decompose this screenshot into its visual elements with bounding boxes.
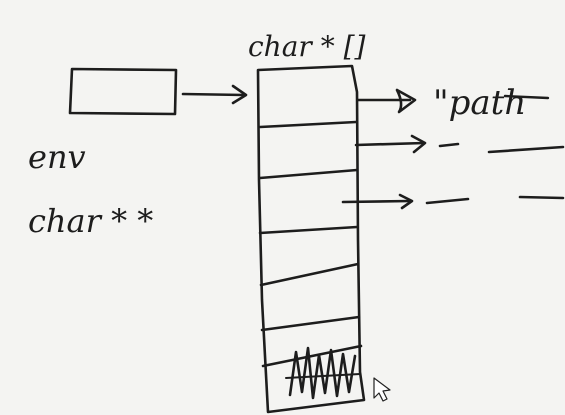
array-cell-divider — [260, 315, 361, 332]
element2-string-stub — [425, 197, 470, 205]
terminator-label: NULL — [271, 406, 303, 415]
element1-string-dash — [487, 145, 565, 154]
env-pointer-box — [68, 67, 178, 116]
array-cell-divider — [258, 120, 358, 129]
env-to-array-arrow — [181, 92, 246, 97]
element2-arrow — [341, 199, 412, 204]
env-pointer-diagram: char * [] env char * * NULL "path — [28, 30, 565, 415]
array-cell-divider — [258, 225, 359, 235]
whiteboard-canvas: char * [] env char * * NULL "path — [0, 0, 565, 415]
element1-arrow — [354, 141, 426, 147]
array-cell-divider — [258, 168, 359, 180]
array-type-label: char * [] — [248, 30, 366, 63]
env-type-label: char * * — [28, 202, 153, 240]
array-cell-divider — [261, 344, 363, 368]
pointer-array-column — [256, 64, 366, 414]
cursor-icon — [373, 377, 391, 402]
env-name-label: env — [28, 138, 86, 176]
array-cell-divider — [259, 262, 360, 287]
element1-string-stub — [438, 142, 460, 148]
element2-string-dash — [518, 195, 565, 200]
first-string-label: "path — [433, 83, 526, 123]
